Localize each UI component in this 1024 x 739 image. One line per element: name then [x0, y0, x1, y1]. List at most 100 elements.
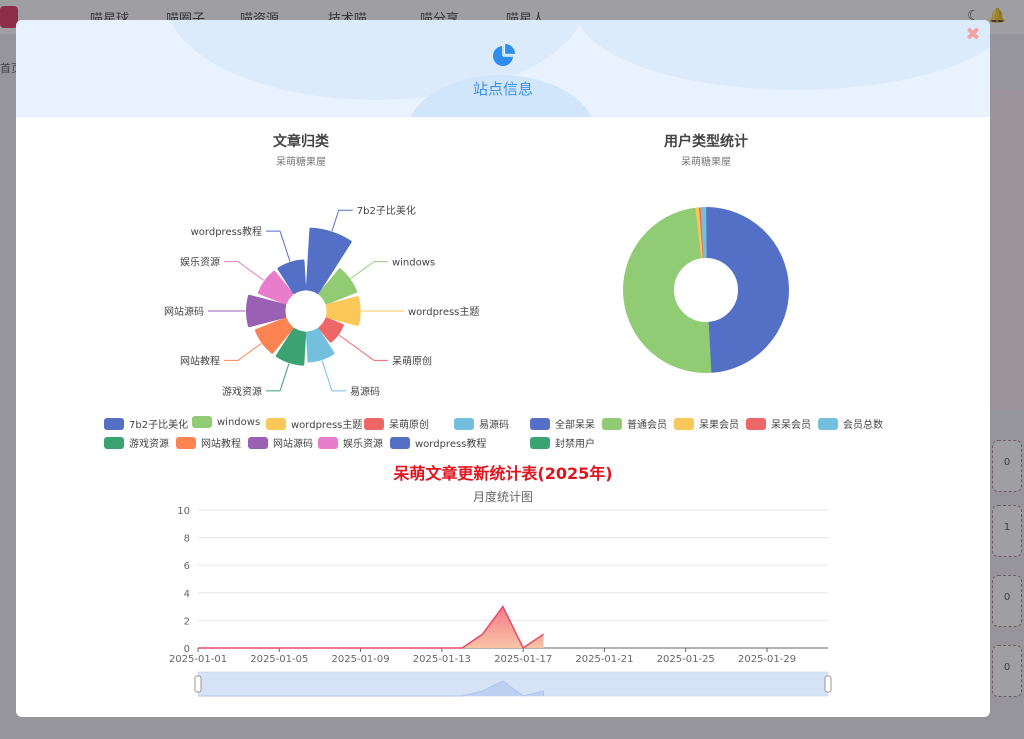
- legend-item[interactable]: 娱乐资源: [318, 435, 383, 450]
- legend-swatch: [602, 417, 622, 430]
- area-line-chart: 02468102025-01-01 2025-01-05 2025-01-09 202…: [169, 506, 832, 697]
- legend-swatch: [390, 436, 410, 449]
- legend-item[interactable]: wordpress教程: [390, 435, 486, 450]
- legend-item[interactable]: 易源码: [454, 416, 509, 431]
- rose-label-line: [224, 261, 265, 281]
- x-tick-label: 2025-01-01: [169, 654, 227, 665]
- y-tick-label: 4: [184, 589, 190, 600]
- x-tick-label: 2025-01-17: [494, 654, 552, 665]
- legend-swatch: [364, 417, 384, 430]
- legend-label: 会员总数: [843, 420, 883, 431]
- rose-slice-label: 呆萌原创: [392, 354, 432, 367]
- legend-label: 普通会员: [627, 420, 667, 431]
- legend-label: 呆萌原创: [389, 420, 429, 431]
- rose-legend: 7b2子比美化 windows wordpress主题 呆萌原创 易源码游戏资源 网站教程…: [104, 416, 524, 456]
- legend-item[interactable]: 呆萌原创: [364, 416, 429, 431]
- rose-label-line: [321, 360, 346, 392]
- rose-label-line: [331, 209, 353, 232]
- rose-slice-label: 游戏资源: [222, 385, 262, 398]
- legend-item[interactable]: 网站源码: [248, 435, 313, 450]
- rose-label-line: [266, 363, 290, 392]
- legend-swatch: [104, 436, 124, 449]
- x-tick-label: 2025-01-05: [250, 654, 308, 665]
- legend-label: wordpress主题: [291, 420, 363, 431]
- legend-label: 呆呆会员: [771, 420, 811, 431]
- legend-label: 易源码: [479, 420, 509, 431]
- legend-label: 游戏资源: [129, 439, 169, 450]
- legend-item[interactable]: 普通会员: [602, 416, 667, 431]
- legend-swatch: [318, 436, 338, 449]
- rose-label-line: [266, 230, 291, 262]
- legend-swatch: [674, 417, 694, 430]
- legend-item[interactable]: 全部呆呆: [530, 416, 595, 431]
- donut-slice[interactable]: [622, 207, 712, 373]
- donut-chart-subtitle: 呆萌糖果屋: [681, 157, 731, 168]
- rose-pie-chart: 7b2子比美化 windows wordpress主题呆萌原创易源码 游戏资源 网站教程…: [164, 204, 479, 398]
- rose-label-line: [338, 334, 388, 361]
- data-zoom-handle-left[interactable]: [194, 675, 202, 693]
- rose-slice-label: 网站教程: [180, 354, 220, 367]
- rose-label-line: [224, 343, 262, 361]
- area-fill: [198, 606, 544, 648]
- legend-swatch: [454, 417, 474, 430]
- legend-label: 网站源码: [273, 439, 313, 450]
- rose-slice-label: wordpress教程: [191, 225, 262, 238]
- y-tick-label: 2: [184, 616, 190, 627]
- site-info-modal: 站点信息 ✖ 文章归类 呆萌糖果屋 7b2子比美化 windows wordpres…: [16, 20, 990, 717]
- legend-item[interactable]: 游戏资源: [104, 435, 169, 450]
- legend-swatch: [192, 416, 212, 428]
- legend-swatch: [746, 417, 766, 430]
- data-zoom-handle-right[interactable]: [824, 675, 832, 693]
- legend-label: 封禁用户: [555, 439, 595, 450]
- donut-slice[interactable]: [705, 207, 789, 373]
- x-tick-label: 2025-01-29: [738, 654, 796, 665]
- y-tick-label: 10: [177, 506, 190, 517]
- legend-swatch: [530, 417, 550, 430]
- modal-header: 站点信息 ✖: [16, 20, 990, 117]
- legend-item[interactable]: 7b2子比美化: [104, 416, 188, 431]
- rose-label-line: [350, 261, 388, 279]
- legend-label: windows: [217, 416, 261, 428]
- rose-slice-label: 娱乐资源: [180, 256, 220, 269]
- legend-item[interactable]: 呆呆会员: [746, 416, 811, 431]
- modal-title: 站点信息: [472, 80, 533, 98]
- legend-item[interactable]: 封禁用户: [530, 435, 595, 450]
- legend-swatch: [104, 417, 124, 430]
- x-tick-label: 2025-01-09: [332, 654, 390, 665]
- legend-label: wordpress教程: [415, 439, 487, 450]
- legend-label: 7b2子比美化: [129, 420, 189, 431]
- legend-label: 娱乐资源: [343, 439, 383, 450]
- donut-pie-chart: [622, 207, 789, 373]
- legend-item[interactable]: 呆果会员: [674, 416, 739, 431]
- rose-slice-label: wordpress主题: [408, 306, 479, 318]
- legend-swatch: [530, 436, 550, 449]
- y-tick-label: 8: [184, 534, 190, 545]
- rose-slice-label: 易源码: [350, 385, 380, 398]
- legend-item[interactable]: 网站教程: [176, 435, 241, 450]
- rose-slice-label: 网站源码: [164, 305, 204, 318]
- legend-swatch: [248, 436, 268, 449]
- legend-swatch: [818, 417, 838, 430]
- close-icon[interactable]: ✖: [964, 26, 982, 44]
- x-tick-label: 2025-01-21: [575, 654, 633, 665]
- data-zoom-window[interactable]: [198, 672, 828, 696]
- rose-slice-label: windows: [392, 258, 435, 269]
- legend-label: 网站教程: [201, 439, 241, 450]
- x-tick-label: 2025-01-13: [413, 654, 471, 665]
- line-chart-title: 呆萌文章更新统计表(2025年): [393, 464, 613, 483]
- rose-chart-title: 文章归类: [273, 134, 329, 150]
- legend-swatch: [266, 417, 286, 430]
- legend-item[interactable]: wordpress主题: [266, 416, 362, 431]
- legend-item[interactable]: windows: [192, 416, 260, 428]
- legend-item[interactable]: 会员总数: [818, 416, 883, 431]
- donut-chart-title: 用户类型统计: [664, 134, 748, 150]
- y-tick-label: 6: [184, 561, 190, 572]
- legend-label: 全部呆呆: [555, 420, 595, 431]
- rose-chart-subtitle: 呆萌糖果屋: [276, 157, 326, 168]
- donut-legend: 全部呆呆 普通会员 呆果会员 呆呆会员 会员总数封禁用户: [530, 416, 950, 456]
- pie-chart-icon: [493, 44, 515, 66]
- legend-label: 呆果会员: [699, 420, 739, 431]
- rose-slice-label: 7b2子比美化: [357, 204, 416, 217]
- legend-swatch: [176, 436, 196, 449]
- x-tick-label: 2025-01-25: [657, 654, 715, 665]
